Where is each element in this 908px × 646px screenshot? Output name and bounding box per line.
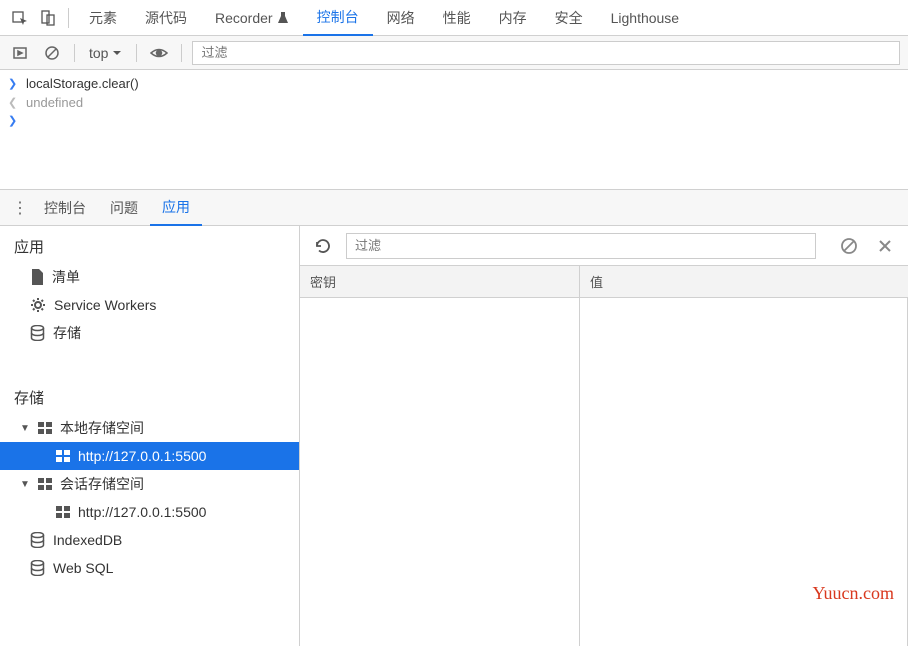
eye-icon[interactable] [147,41,171,65]
sidebar-item-websql[interactable]: Web SQL [0,554,299,582]
sidebar-item-local-storage-origin[interactable]: http://127.0.0.1:5500 [0,442,299,470]
separator [68,8,69,28]
grid-icon [38,422,52,434]
tab-console[interactable]: 控制台 [303,0,373,36]
sidebar-item-session-storage[interactable]: ▼ 会话存储空间 [0,470,299,498]
watermark: Yuucn.com [813,583,894,604]
inspect-icon[interactable] [6,4,34,32]
application-panel: 应用 清单 Service Workers 存储 存储 ▼ 本地存储空间 htt… [0,226,908,646]
tab-sources[interactable]: 源代码 [131,0,201,36]
caret-down-icon: ▼ [20,423,30,434]
document-icon [30,269,44,285]
separator [74,44,75,62]
clear-all-icon[interactable] [836,233,862,259]
caret-down-icon: ▼ [20,479,30,490]
drawer-tab-application[interactable]: 应用 [150,190,202,226]
refresh-icon[interactable] [310,233,336,259]
output-marker-icon: ❮ [8,96,18,109]
input-marker-icon: ❯ [8,114,18,127]
tab-network[interactable]: 网络 [373,0,429,36]
input-marker-icon: ❯ [8,77,18,90]
console-input-line[interactable]: ❯ localStorage.clear() [0,74,908,93]
sidebar-item-session-storage-origin[interactable]: http://127.0.0.1:5500 [0,498,299,526]
device-toggle-icon[interactable] [34,4,62,32]
database-icon [30,560,45,576]
grid-icon [56,450,70,462]
column-key[interactable]: 密钥 [300,266,580,297]
chevron-down-icon [112,48,122,58]
separator [136,44,137,62]
tab-memory[interactable]: 内存 [485,0,541,36]
tab-security[interactable]: 安全 [541,0,597,36]
column-value[interactable]: 值 [580,266,613,297]
flask-icon [277,11,289,25]
storage-filter-input[interactable] [346,233,816,259]
sidebar-item-indexeddb[interactable]: IndexedDB [0,526,299,554]
tab-recorder[interactable]: Recorder [201,0,303,36]
grid-icon [56,506,70,518]
drawer-tab-issues[interactable]: 问题 [98,190,150,226]
sidebar-item-storage[interactable]: 存储 [0,319,299,347]
console-output-line: ❮ undefined [0,93,908,112]
devtools-tabs: 元素 源代码 Recorder 控制台 网络 性能 内存 安全 Lighthou… [0,0,908,36]
console-toolbar: top [0,36,908,70]
tab-elements[interactable]: 元素 [75,0,131,36]
clear-console-icon[interactable] [40,41,64,65]
sidebar-item-manifest[interactable]: 清单 [0,263,299,291]
separator [181,44,182,62]
application-sidebar: 应用 清单 Service Workers 存储 存储 ▼ 本地存储空间 htt… [0,226,300,646]
sidebar-item-service-workers[interactable]: Service Workers [0,291,299,319]
tab-performance[interactable]: 性能 [429,0,485,36]
storage-table-header: 密钥 值 [300,266,908,298]
storage-toolbar [300,226,908,266]
more-icon[interactable]: ⋮ [8,198,32,218]
grid-icon [38,478,52,490]
tab-lighthouse[interactable]: Lighthouse [597,0,694,36]
console-prompt[interactable]: ❯ [0,112,908,129]
database-icon [30,532,45,548]
sidebar-item-local-storage[interactable]: ▼ 本地存储空间 [0,414,299,442]
section-application: 应用 [0,226,299,263]
delete-icon[interactable] [872,233,898,259]
console-output: ❯ localStorage.clear() ❮ undefined ❯ [0,70,908,190]
database-icon [30,325,45,341]
console-filter-input[interactable] [192,41,900,65]
gear-icon [30,297,46,313]
section-storage: 存储 [0,377,299,414]
show-sidebar-icon[interactable] [8,41,32,65]
drawer-tab-console[interactable]: 控制台 [32,190,98,226]
context-selector[interactable]: top [85,45,126,61]
drawer-tabs: ⋮ 控制台 问题 应用 [0,190,908,226]
